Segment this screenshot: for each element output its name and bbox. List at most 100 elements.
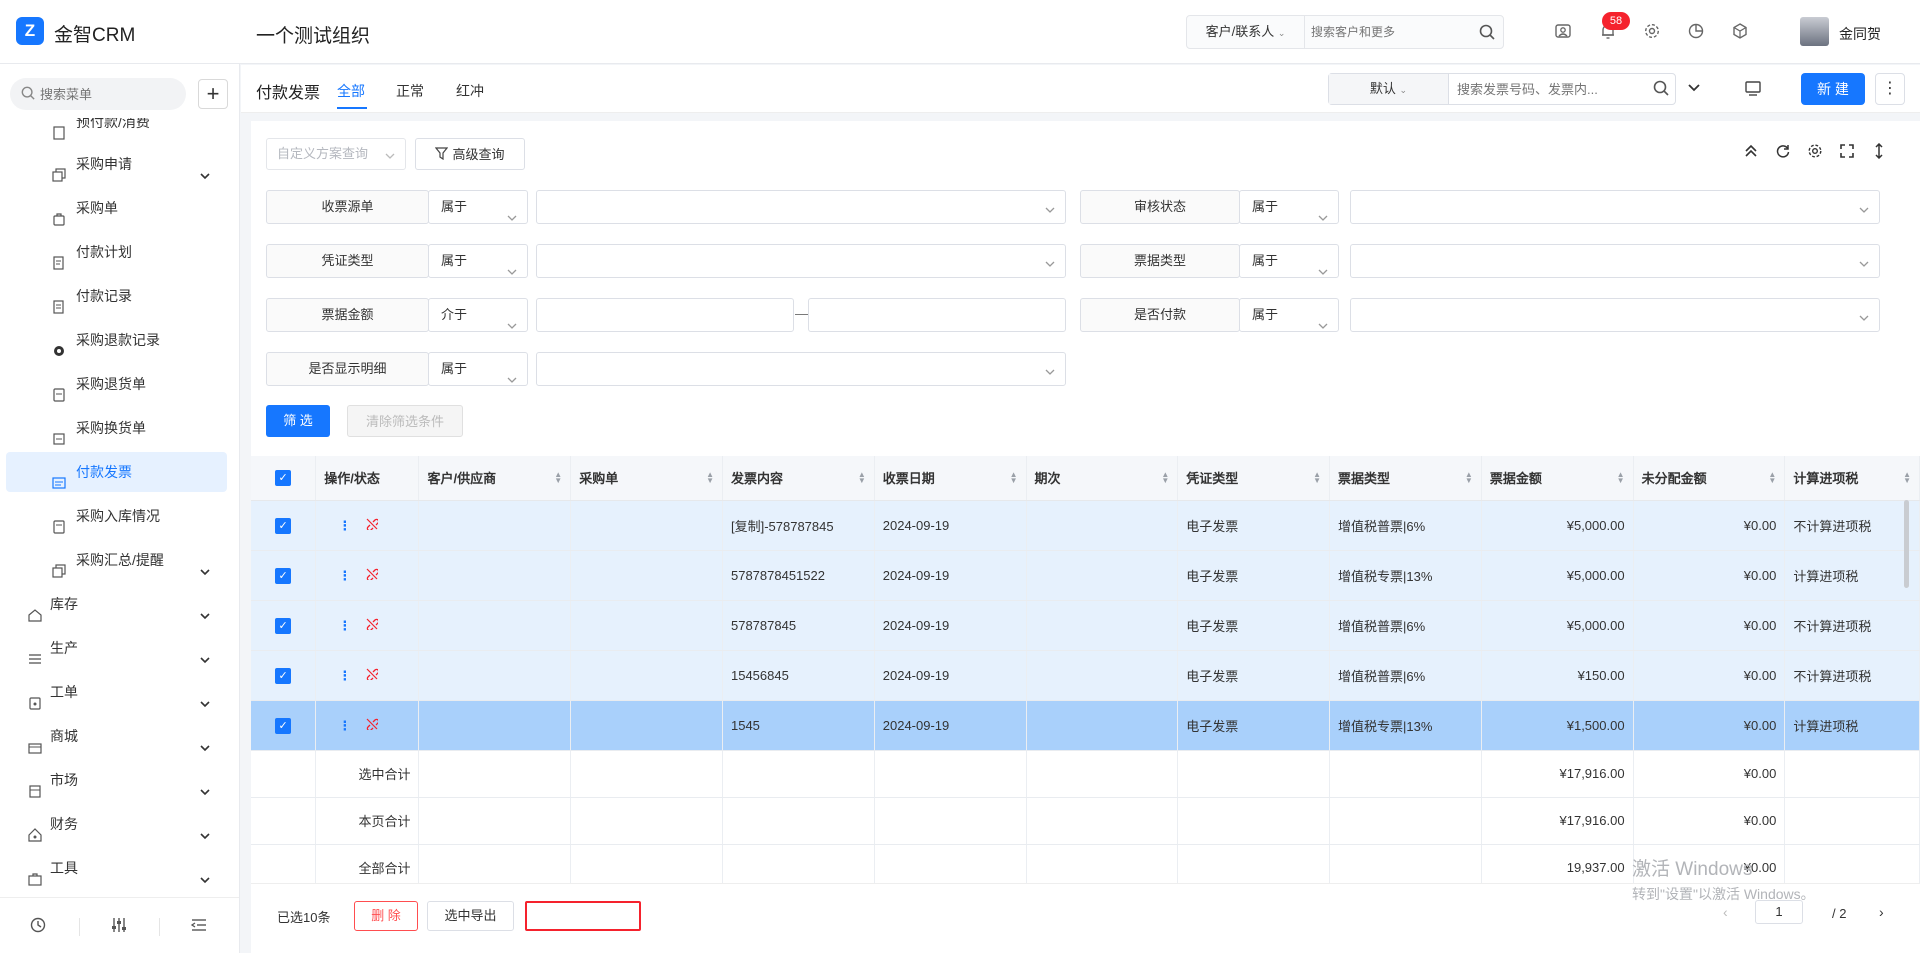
more-vertical-icon[interactable]: ⋮	[338, 518, 351, 533]
delete-button[interactable]: 删 除	[354, 901, 418, 931]
unlink-icon[interactable]	[365, 718, 380, 733]
contacts-card-icon[interactable]	[1553, 22, 1573, 42]
cell-content-link[interactable]: 5787878451522	[722, 550, 875, 601]
export-selected-button[interactable]: 选中导出	[427, 901, 514, 931]
row-checkbox[interactable]: ✓	[251, 550, 317, 601]
search-icon[interactable]	[1479, 24, 1495, 43]
apply-filter-button[interactable]: 筛 选	[266, 405, 330, 437]
avatar[interactable]	[1800, 17, 1829, 46]
col-header-amount[interactable]: 票据金额 ▲ ▼	[1481, 456, 1634, 501]
sidebar-item-prepayment[interactable]: 预付款/消费	[6, 118, 227, 142]
sidebar-item-payment-records[interactable]: 付款记录	[6, 276, 227, 316]
chevron-left-icon[interactable]: ‹	[1723, 904, 1728, 920]
table-row[interactable]: ✓ ⋮ 1545 2024-09-19 电子发票 增值税专票|13% ¥1,50…	[251, 700, 1920, 751]
filter-op-invoice-type[interactable]: 属于	[1239, 244, 1339, 278]
menu-search-input[interactable]	[40, 84, 176, 104]
invoice-search-input[interactable]	[1457, 80, 1637, 98]
filter-op-amount[interactable]: 介于	[428, 298, 528, 332]
app-brand[interactable]: 金智CRM	[54, 20, 135, 47]
filter-value-review-status[interactable]	[1350, 190, 1880, 224]
unlink-icon[interactable]	[365, 518, 380, 533]
view-select[interactable]: 默认 ⌄	[1329, 74, 1449, 104]
sidebar-item-tools[interactable]: 工具	[6, 848, 227, 888]
amount-max-input[interactable]	[808, 298, 1066, 332]
filter-value-invoice-type[interactable]	[1350, 244, 1880, 278]
sliders-icon[interactable]	[110, 916, 130, 936]
cube-icon[interactable]	[1730, 22, 1750, 42]
search-scope-select[interactable]: 客户/联系人 ⌄	[1187, 16, 1305, 48]
sidebar-item-purchase-returns[interactable]: 采购退货单	[6, 364, 227, 404]
col-header-customer[interactable]: 客户/供应商 ▲ ▼	[418, 456, 572, 501]
col-header-unallocated[interactable]: 未分配金额 ▲ ▼	[1633, 456, 1786, 501]
more-actions-button[interactable]: ⋮	[1875, 73, 1905, 105]
filter-value-paid[interactable]	[1350, 298, 1880, 332]
sidebar-item-purchase-exchange[interactable]: 采购换货单	[6, 408, 227, 448]
add-menu-button[interactable]: +	[198, 79, 228, 109]
cell-content-link[interactable]: 578787845	[722, 600, 875, 651]
table-row[interactable]: ✓ ⋮ 578787845 2024-09-19 电子发票 增值税普票|6% ¥…	[251, 600, 1920, 651]
table-row[interactable]: ✓ ⋮ [复制]-578787845 2024-09-19 电子发票 增值税普票…	[251, 500, 1920, 551]
sidebar-item-purchase-summary[interactable]: 采购汇总/提醒	[6, 540, 227, 580]
gear-icon[interactable]	[1807, 143, 1823, 162]
collapse-menu-icon[interactable]	[190, 916, 210, 936]
row-checkbox[interactable]: ✓	[251, 500, 317, 551]
more-vertical-icon[interactable]: ⋮	[338, 718, 351, 733]
select-all-checkbox[interactable]: ✓	[251, 456, 317, 501]
table-row[interactable]: ✓ ⋮ 5787878451522 2024-09-19 电子发票 增值税专票|…	[251, 550, 1920, 601]
clear-filter-button[interactable]: 清除筛选条件	[347, 405, 463, 437]
sidebar-item-payment-invoice[interactable]: 付款发票	[6, 452, 227, 492]
filter-op-voucher-type[interactable]: 属于	[428, 244, 528, 278]
unlink-icon[interactable]	[365, 568, 380, 583]
global-search-input[interactable]	[1311, 22, 1461, 42]
col-header-invoice-type[interactable]: 票据类型 ▲ ▼	[1329, 456, 1482, 501]
amount-min-input[interactable]	[536, 298, 794, 332]
fullscreen-icon[interactable]	[1839, 143, 1855, 162]
col-header-purchase-order[interactable]: 采购单 ▲ ▼	[570, 456, 723, 501]
cell-content-link[interactable]: 1545	[722, 700, 875, 751]
row-height-icon[interactable]	[1871, 142, 1887, 162]
cell-content-link[interactable]: 15456845	[722, 650, 875, 701]
sidebar-item-production[interactable]: 生产	[6, 628, 227, 668]
row-checkbox[interactable]: ✓	[251, 650, 317, 701]
table-row[interactable]: ✓ ⋮ 15456845 2024-09-19 电子发票 增值税普票|6% ¥1…	[251, 650, 1920, 701]
history-icon[interactable]	[29, 916, 49, 936]
advanced-query-button[interactable]: 高级查询	[415, 138, 525, 170]
tab-all[interactable]: 全部	[337, 81, 365, 101]
unlink-icon[interactable]	[365, 668, 380, 683]
filter-op-show-detail[interactable]: 属于	[428, 352, 528, 386]
sidebar-item-work-order[interactable]: 工单	[6, 672, 227, 712]
user-name[interactable]: 金同贺	[1839, 24, 1881, 44]
pie-chart-icon[interactable]	[1686, 22, 1706, 42]
monitor-icon[interactable]	[1744, 79, 1762, 100]
sidebar-item-finance[interactable]: 财务	[6, 804, 227, 844]
filter-value-show-detail[interactable]	[536, 352, 1066, 386]
refresh-icon[interactable]	[1775, 143, 1791, 162]
more-vertical-icon[interactable]: ⋮	[338, 668, 351, 683]
new-button[interactable]: 新 建	[1801, 73, 1865, 105]
filter-value-source[interactable]	[536, 190, 1066, 224]
filter-scheme-select[interactable]: 自定义方案查询	[266, 138, 406, 170]
tab-red-reversal[interactable]: 红冲	[456, 81, 484, 101]
search-icon[interactable]	[1653, 80, 1669, 99]
sidebar-item-market[interactable]: 市场	[6, 760, 227, 800]
tab-normal[interactable]: 正常	[396, 81, 424, 101]
filter-value-voucher-type[interactable]	[536, 244, 1066, 278]
sidebar-item-purchase-request[interactable]: 采购申请	[6, 144, 227, 184]
app-logo-icon[interactable]: Z	[16, 17, 44, 45]
filter-op-review-status[interactable]: 属于	[1239, 190, 1339, 224]
more-vertical-icon[interactable]: ⋮	[338, 568, 351, 583]
sidebar-item-payment-plan[interactable]: 付款计划	[6, 232, 227, 272]
sidebar-item-purchase-order[interactable]: 采购单	[6, 188, 227, 228]
organization-name[interactable]: 一个测试组织	[256, 21, 370, 48]
filter-op-paid[interactable]: 属于	[1239, 298, 1339, 332]
row-checkbox[interactable]: ✓	[251, 600, 317, 651]
collapse-up-icon[interactable]	[1743, 143, 1759, 162]
sidebar-item-inbound-status[interactable]: 采购入库情况	[6, 496, 227, 536]
table-scrollbar[interactable]	[1904, 500, 1909, 588]
gear-icon[interactable]	[1642, 22, 1662, 42]
sidebar-item-mall[interactable]: 商城	[6, 716, 227, 756]
filter-op-source[interactable]: 属于	[428, 190, 528, 224]
row-checkbox[interactable]: ✓	[251, 700, 317, 751]
sidebar-item-purchase-refunds[interactable]: 采购退款记录	[6, 320, 227, 360]
unlink-icon[interactable]	[365, 618, 380, 633]
